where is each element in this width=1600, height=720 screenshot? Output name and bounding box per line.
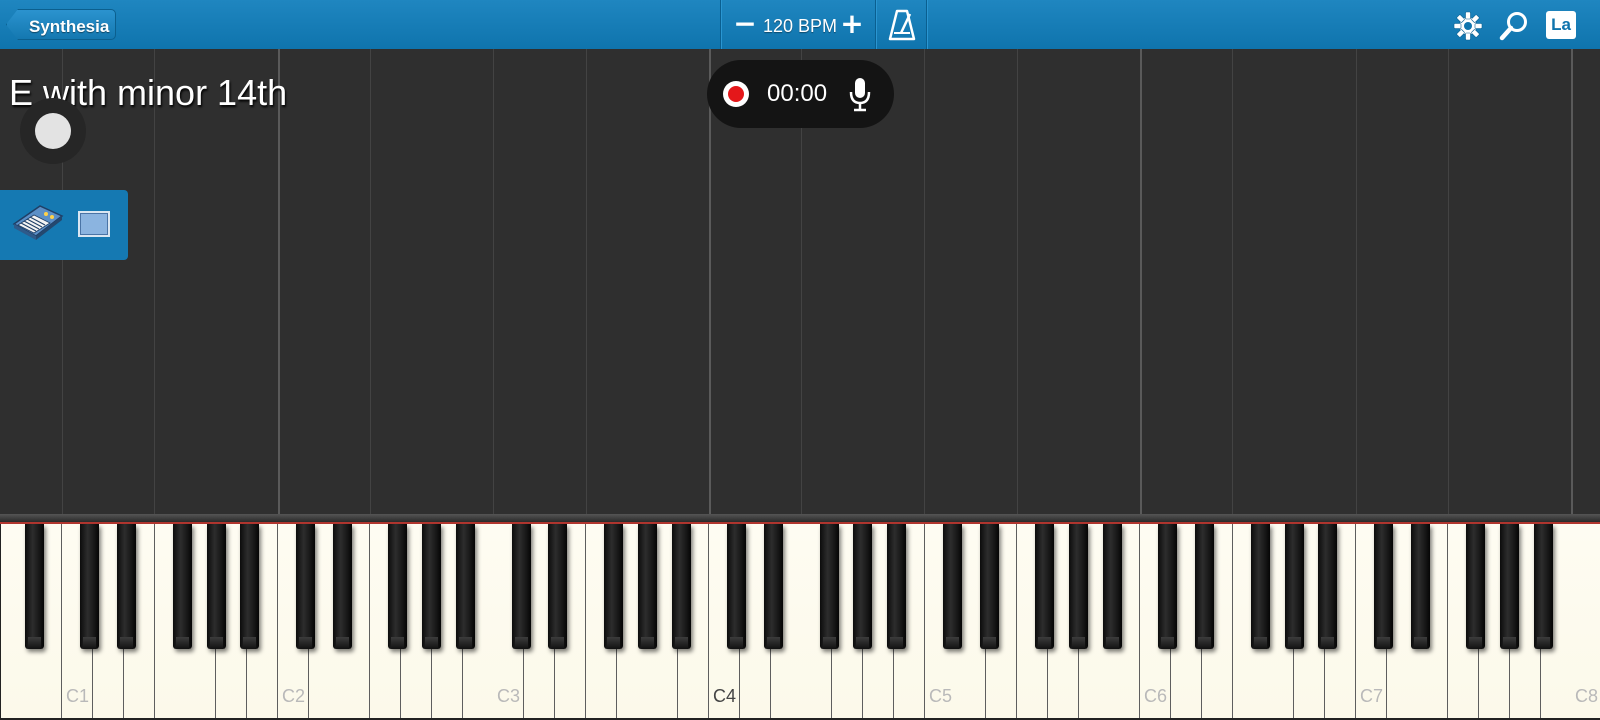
gear-icon[interactable] bbox=[1453, 11, 1483, 41]
toolbar-divider bbox=[720, 0, 721, 49]
grid-line bbox=[154, 49, 155, 514]
octave-label: C2 bbox=[282, 686, 306, 706]
black-key[interactable] bbox=[422, 524, 441, 649]
black-key[interactable] bbox=[240, 524, 259, 649]
black-key[interactable] bbox=[548, 524, 567, 649]
black-key[interactable] bbox=[1251, 524, 1270, 649]
octave-label: C6 bbox=[1144, 686, 1168, 706]
black-key[interactable] bbox=[456, 524, 475, 649]
black-key[interactable] bbox=[1069, 524, 1088, 649]
grid-line bbox=[493, 49, 494, 514]
octave-label: C7 bbox=[1360, 686, 1384, 706]
black-key[interactable] bbox=[604, 524, 623, 649]
grid-line bbox=[1140, 49, 1142, 514]
keyboard-top-edge bbox=[0, 514, 1600, 522]
octave-label: C8 bbox=[1575, 686, 1599, 706]
screen-icon[interactable] bbox=[78, 211, 110, 237]
back-button[interactable]: Synthesia bbox=[6, 9, 116, 40]
grid-line bbox=[1017, 49, 1018, 514]
black-key[interactable] bbox=[117, 524, 136, 649]
black-key[interactable] bbox=[333, 524, 352, 649]
black-key[interactable] bbox=[1195, 524, 1214, 649]
black-key[interactable] bbox=[943, 524, 962, 649]
octave-label: C3 bbox=[497, 686, 521, 706]
grid-line bbox=[586, 49, 587, 514]
grid-line bbox=[1448, 49, 1449, 514]
microphone-icon[interactable] bbox=[847, 76, 873, 112]
black-key[interactable] bbox=[1035, 524, 1054, 649]
grid-line bbox=[370, 49, 371, 514]
back-button-label: Synthesia bbox=[29, 17, 110, 36]
piano-keyboard: C1 C2 C3 C4 C5 C6 C7 C8 bbox=[0, 524, 1600, 720]
black-key[interactable] bbox=[1534, 524, 1553, 649]
recording-timer: 00:00 bbox=[767, 80, 828, 107]
record-icon bbox=[728, 86, 744, 102]
octave-label: C5 bbox=[929, 686, 953, 706]
octave-label: C4 bbox=[713, 686, 737, 706]
black-key[interactable] bbox=[1466, 524, 1485, 649]
metronome-icon[interactable] bbox=[888, 9, 916, 41]
grid-line bbox=[924, 49, 925, 514]
joystick-knob[interactable] bbox=[35, 113, 71, 149]
grid-line bbox=[1571, 49, 1573, 514]
instrument-panel[interactable] bbox=[0, 190, 128, 260]
black-key[interactable] bbox=[1158, 524, 1177, 649]
black-key[interactable] bbox=[80, 524, 99, 649]
grid-line bbox=[1232, 49, 1233, 514]
black-key[interactable] bbox=[820, 524, 839, 649]
grid-line bbox=[278, 49, 280, 514]
black-key[interactable] bbox=[173, 524, 192, 649]
grid-line bbox=[1356, 49, 1357, 514]
synthesizer-icon[interactable] bbox=[10, 202, 64, 242]
black-key[interactable] bbox=[207, 524, 226, 649]
joystick-control[interactable] bbox=[20, 98, 86, 164]
black-key[interactable] bbox=[296, 524, 315, 649]
tempo-readout: 120 BPM bbox=[763, 16, 838, 36]
magnifier-icon[interactable] bbox=[1498, 10, 1530, 42]
bpm-increase-button[interactable]: + bbox=[838, 9, 866, 39]
black-key[interactable] bbox=[1500, 524, 1519, 649]
black-key[interactable] bbox=[512, 524, 531, 649]
black-key[interactable] bbox=[1103, 524, 1122, 649]
note-label-toggle[interactable]: La bbox=[1546, 11, 1576, 39]
recorder-pill: 00:00 bbox=[707, 60, 894, 128]
grid-line bbox=[709, 49, 711, 514]
octave-label: C1 bbox=[66, 686, 90, 706]
bpm-decrease-button[interactable]: − bbox=[731, 9, 759, 39]
record-button[interactable] bbox=[723, 81, 749, 107]
black-key[interactable] bbox=[388, 524, 407, 649]
black-key[interactable] bbox=[1374, 524, 1393, 649]
toolbar-divider bbox=[926, 0, 927, 49]
black-key[interactable] bbox=[1411, 524, 1430, 649]
top-toolbar: Synthesia − 120 BPM + La bbox=[0, 0, 1600, 50]
black-key[interactable] bbox=[25, 524, 44, 649]
toolbar-divider bbox=[875, 0, 876, 49]
black-key[interactable] bbox=[672, 524, 691, 649]
black-key[interactable] bbox=[727, 524, 746, 649]
black-key[interactable] bbox=[887, 524, 906, 649]
black-key[interactable] bbox=[1318, 524, 1337, 649]
black-key[interactable] bbox=[764, 524, 783, 649]
black-key[interactable] bbox=[980, 524, 999, 649]
black-key[interactable] bbox=[1285, 524, 1304, 649]
black-key[interactable] bbox=[853, 524, 872, 649]
black-key[interactable] bbox=[638, 524, 657, 649]
